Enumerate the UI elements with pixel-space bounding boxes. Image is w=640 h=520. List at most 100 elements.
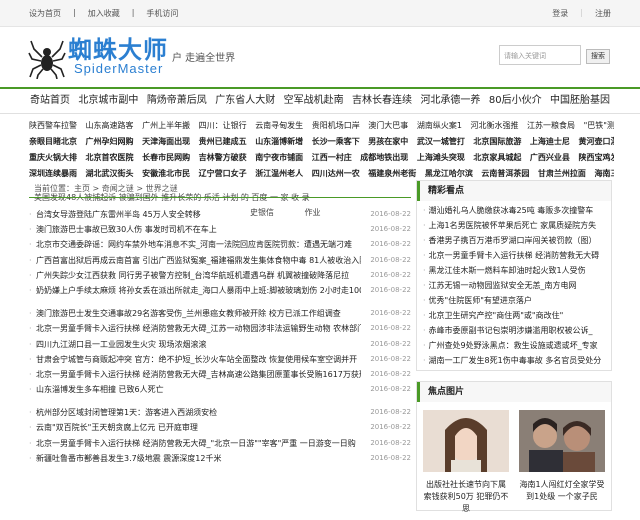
hot-link[interactable]: 广西兴业县 [530, 153, 570, 162]
hot-link[interactable]: 广州上半年搬 [142, 121, 190, 130]
hot-link[interactable]: 辽宁营口女子 [199, 169, 247, 178]
news-title[interactable]: 北京一男童手臂卡入运行扶梯 经消防营救无大碍_"北京一日游""宰客"严重 一日游… [36, 436, 361, 451]
list-item[interactable]: · 北京一男童手臂卡入运行扶梯 经消防营救无大碍 [423, 248, 605, 263]
list-item[interactable]: · 广州失踪少女江西获救 同行男子被警方控制_台湾华航班机遭遇乌群 机翼被撞破降落… [29, 268, 411, 283]
hot-link[interactable]: 武汉一城管打 [417, 137, 465, 146]
topic-title[interactable]: 香港男子携百万港币罗湖口岸闯关被罚款（图） [429, 236, 597, 245]
hot-link[interactable]: 四川达州一农 [312, 169, 360, 178]
news-title[interactable]: 四川九江湖口县一工业园发生火灾 现场浓烟滚滚 [36, 337, 361, 352]
hot-link[interactable]: 黑龙江哈尔滨 [425, 169, 473, 178]
list-item[interactable]: · 北京卫生研究产控"商住两"或"商改住" [423, 308, 605, 323]
picture-card[interactable]: 海南1人闯红灯全家学受到1处级 一个家子民 [519, 410, 605, 515]
news-title[interactable]: 甘肃会宁城管与商贩起冲突 官方：绝不护短_长沙火车站全面整改 恢复使用候车室空调… [36, 352, 361, 367]
list-item[interactable]: · 香港男子携百万港币罗湖口岸闯关被罚款（图） [423, 233, 605, 248]
picture-caption[interactable]: 海南1人闯红灯全家学受到1处级 一个家子民 [519, 479, 605, 503]
hot-link[interactable]: 重庆火锅大排 [29, 153, 77, 162]
hot-link[interactable]: 四川：让银行 [199, 121, 247, 130]
list-item[interactable]: · 优秀"住院医师"有望进京落户 [423, 293, 605, 308]
topic-title[interactable]: 北京卫生研究产控"商住两"或"商改住" [429, 311, 564, 320]
search-input[interactable]: 请输入关键词 [499, 45, 581, 65]
news-title[interactable]: 奶奶嫌上户手续太麻烦 将孙女丢在派出所就走_海口人暴雨中上班:脚被玻璃划伤 2小… [36, 283, 361, 298]
nav-item[interactable]: 北京城市副中 [78, 89, 138, 113]
news-title[interactable]: 台湾女导游登陆广东雷州半岛 45万人安全转移 [36, 207, 361, 222]
list-item[interactable]: · 广州查处9处野泳黑点：救生设施或遗或坏_专家 [423, 338, 605, 353]
register-link[interactable]: 注册 [595, 8, 611, 19]
list-item[interactable]: · 黑龙江佳木斯一燃料车卸油时起火致1人受伤 [423, 263, 605, 278]
nav-item[interactable]: 空军战机赴南 [284, 89, 344, 113]
topic-title[interactable]: 北京一男童手臂卡入运行扶梯 经消防营救无大碍 [429, 251, 600, 260]
nav-item[interactable]: 广东省人大财 [215, 89, 275, 113]
hot-link[interactable]: 江苏一粮食局 [527, 121, 575, 130]
hot-link[interactable]: 深圳连续暴雨 [29, 169, 77, 178]
nav-item[interactable]: 隋炀帝萧后凤 [147, 89, 207, 113]
hot-link[interactable]: 长春市民网购 [142, 153, 190, 162]
list-item[interactable]: · 台湾女导游登陆广东雷州半岛 45万人安全转移 2016-08-22 [29, 207, 411, 222]
hot-link[interactable]: 贵州已建成五 [199, 137, 247, 146]
photo-people-image[interactable] [519, 410, 605, 472]
hot-link[interactable]: 湖南纵火案1 [417, 121, 462, 130]
hot-link[interactable]: 上海滩头突现 [417, 153, 465, 162]
list-item[interactable]: · 云南"双百院长"王天朝贪腐上亿元 已开庭审理 2016-08-22 [29, 420, 411, 435]
nav-item[interactable]: 吉林长春连续 [352, 89, 412, 113]
list-item[interactable]: · 四川九江湖口县一工业园发生火灾 现场浓烟滚滚 2016-08-22 [29, 337, 411, 352]
nav-item[interactable]: 80后小伙介 [489, 89, 542, 113]
news-title[interactable]: 杭州部分区域封闭管理第1天：游客进入西湖须安检 [36, 405, 361, 420]
topic-title[interactable]: 广州查处9处野泳黑点：救生设施或遗或坏_专家 [429, 341, 598, 350]
list-item[interactable]: · 赤峰市委原副书记包崇明涉嫌滥用职权被公诉_ [423, 323, 605, 338]
list-item[interactable]: · 北京一男童手臂卡入运行扶梯 经消防营救无大碍_"北京一日游""宰客"严重 一日… [29, 436, 411, 451]
news-title[interactable]: 山东淄博发生多车相撞 已致6人死亡 [36, 382, 361, 397]
news-title[interactable]: 云南"双百院长"王天朝贪腐上亿元 已开庭审理 [36, 420, 361, 435]
hot-link[interactable]: 陕西宝鸡发现 [578, 153, 614, 162]
hot-link[interactable]: 云南寻甸发生 [255, 121, 303, 130]
news-title[interactable]: 北京市交通委辟谣：网约车禁外地车消息不实_河南一法院回应肯医院罚款：遭遇无端刁难 [36, 237, 361, 252]
set-homepage-link[interactable]: 设为首页 [29, 8, 61, 19]
hot-link[interactable]: "巴铁"测试后 [584, 121, 614, 130]
hot-link[interactable]: 长沙一乘客下 [312, 137, 360, 146]
picture-card[interactable]: 出版社社长速节向下属索钱获利50万 犯罪仍不思 [423, 410, 509, 515]
topic-title[interactable]: 湖南一工厂发生8死1伤中毒事故 多名官员受处分 [429, 356, 602, 365]
topic-title[interactable]: 潮汕婚礼乌人脆缴获冰毒25吨 毒贩多次撞警车 [429, 206, 594, 215]
topic-title[interactable]: 江苏无锡一动物园监狱安全无恙_南方电网 [429, 281, 577, 290]
list-item[interactable]: · 湖南一工厂发生8死1伤中毒事故 多名官员受处分 [423, 353, 605, 368]
list-item[interactable]: · 新疆吐鲁番市鄯善县发生3.7级地震 震源深度12千米 2016-08-22 [29, 451, 411, 466]
hot-link[interactable]: 吉林警方破获 [199, 153, 247, 162]
photo-woman-image[interactable] [423, 410, 509, 472]
hot-link[interactable]: 山东高速路客 [86, 121, 134, 130]
list-item[interactable]: · 北京一男童手臂卡入运行扶梯 经消防营救无大碍_江苏一动物园涉非法运输野生动物 … [29, 321, 411, 336]
hot-link[interactable]: 甘肃兰州拉面 [538, 169, 586, 178]
list-item[interactable]: · 潮汕婚礼乌人脆缴获冰毒25吨 毒贩多次撞警车 [423, 203, 605, 218]
list-item[interactable]: · 广西首富出狱后再成云南首富 引出广西监狱冤案_福建福鼎发生集体食物中毒 81人… [29, 253, 411, 268]
news-title[interactable]: 澳门旅游巴士发生交通事故29名游客受伤_兰州患癌女教师被开除 校方已派工作组调查 [36, 306, 361, 321]
add-favorite-link[interactable]: 加入收藏 [88, 8, 120, 19]
list-item[interactable]: · 山东淄博发生多车相撞 已致6人死亡 2016-08-22 [29, 382, 411, 397]
logo-text[interactable]: 蜘蛛大师 [68, 37, 168, 63]
news-title[interactable]: 北京一男童手臂卡入运行扶梯 经消防营救无大碍_吉林高速公路集团原董事长受贿161… [36, 367, 361, 382]
hot-link[interactable]: 南宁夜市铺面 [255, 153, 303, 162]
hot-link[interactable]: 亲眼目睹北京 [29, 137, 77, 146]
hot-link[interactable]: 福建泉州老街 [368, 169, 416, 178]
list-item[interactable]: · 北京市交通委辟谣：网约车禁外地车消息不实_河南一法院回应肯医院罚款：遭遇无端刁… [29, 237, 411, 252]
hot-link[interactable]: 云南普洱茶园 [481, 169, 529, 178]
hot-link[interactable]: 上海迪士尼 [530, 137, 570, 146]
hot-link[interactable]: 海南三亚渔民 [594, 169, 614, 178]
news-title[interactable]: 北京一男童手臂卡入运行扶梯 经消防营救无大碍_江苏一动物园涉非法运输野生动物 农… [36, 321, 361, 336]
hot-link[interactable]: 安徽淮北市民 [142, 169, 190, 178]
mobile-access-link[interactable]: 手机访问 [146, 8, 178, 19]
login-link[interactable]: 登录 [552, 8, 568, 19]
hot-link[interactable]: 陕西警车拉警 [29, 121, 77, 130]
hot-link[interactable]: 男孩在家中 [368, 137, 408, 146]
hot-link[interactable]: 北京国际旅游 [473, 137, 521, 146]
list-item[interactable]: · 江苏无锡一动物园监狱安全无恙_南方电网 [423, 278, 605, 293]
hot-link[interactable]: 北京家具城起 [473, 153, 521, 162]
news-title[interactable]: 广西首富出狱后再成云南首富 引出广西监狱冤案_福建福鼎发生集体食物中毒 81人被… [36, 253, 361, 268]
picture-caption[interactable]: 出版社社长速节向下属索钱获利50万 犯罪仍不思 [423, 479, 509, 515]
hot-link[interactable]: 天津海面出现 [142, 137, 190, 146]
news-title[interactable]: 广州失踪少女江西获救 同行男子被警方控制_台湾华航班机遭遇乌群 机翼被撞破降落尼… [36, 268, 361, 283]
hot-link[interactable]: 北京首农医院 [86, 153, 134, 162]
topic-title[interactable]: 优秀"住院医师"有望进京落户 [429, 296, 532, 305]
hot-link[interactable]: 湖北武汉街头 [86, 169, 134, 178]
nav-item[interactable]: 河北承德一养 [420, 89, 480, 113]
hot-link[interactable]: 澳门大巴事 [368, 121, 408, 130]
list-item[interactable]: · 北京一男童手臂卡入运行扶梯 经消防营救无大碍_吉林高速公路集团原董事长受贿16… [29, 367, 411, 382]
hot-link[interactable]: 广州孕妇网购 [86, 137, 134, 146]
